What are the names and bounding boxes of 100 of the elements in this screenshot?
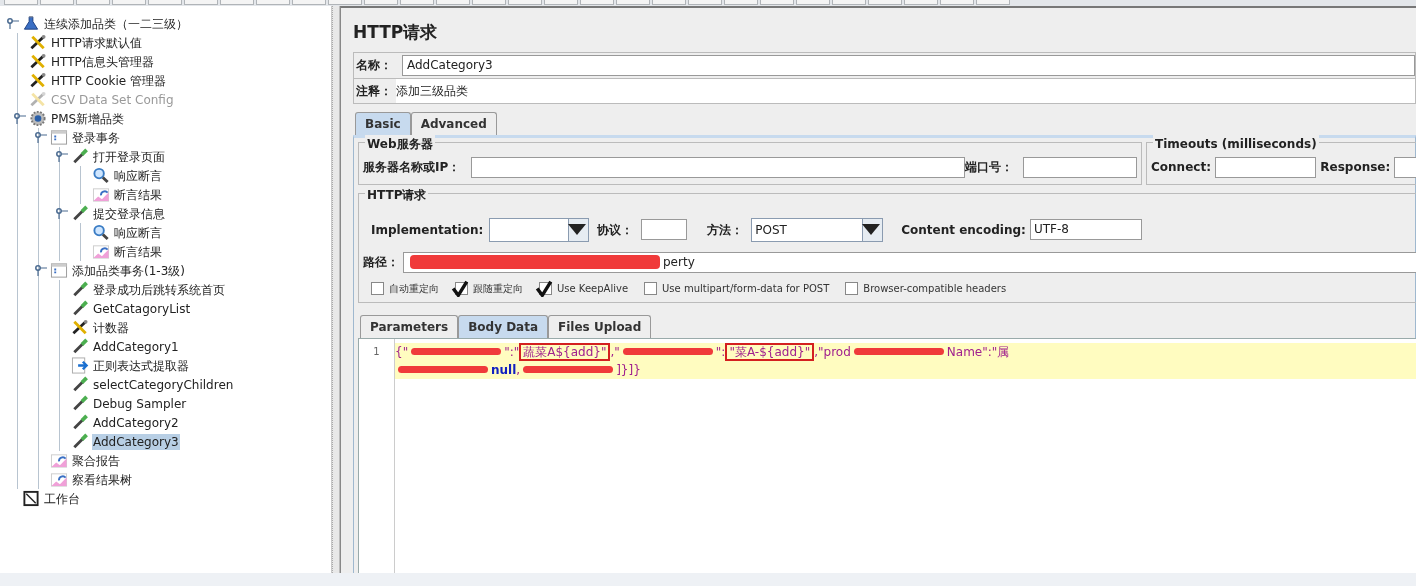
tab[interactable]: Basic [355, 111, 411, 135]
name-field[interactable]: AddCategory3 [402, 54, 1415, 76]
tree-item[interactable]: AddCategory1 [92, 338, 180, 355]
checkbox[interactable] [371, 281, 384, 295]
method-dropdown[interactable]: POST [751, 217, 884, 242]
server-field[interactable] [471, 156, 965, 178]
checkbox-label: 自动重定向 [389, 281, 439, 296]
magnifier-icon [92, 224, 110, 241]
field-label: 服务器名称或IP： [363, 159, 462, 176]
code-text: ": [715, 343, 726, 361]
expand-toggle-icon[interactable] [56, 150, 68, 163]
checkbox[interactable] [845, 281, 859, 295]
tree-item[interactable]: 连续添加品类（一二三级） [43, 15, 189, 32]
code-text: {" [395, 343, 409, 361]
field-value: perty [663, 253, 695, 271]
chart-icon [50, 452, 68, 469]
expand-toggle-icon[interactable] [56, 207, 68, 220]
field-label: 路径： [363, 254, 400, 271]
path-field[interactable]: perty [403, 251, 1416, 273]
expand-toggle-icon[interactable] [35, 264, 47, 277]
pipette-icon [71, 338, 89, 355]
pipette-icon [71, 414, 89, 431]
group-title: HTTP请求 [365, 185, 429, 204]
flask-icon [22, 15, 40, 32]
tab[interactable]: Advanced [410, 111, 497, 135]
expand-toggle-icon[interactable] [7, 17, 19, 30]
check-icon [535, 279, 553, 297]
chart-icon [50, 471, 68, 488]
tree-item[interactable]: GetCatagoryList [92, 300, 192, 317]
field-label: 名称： [356, 57, 393, 74]
field-label: Implementation: [371, 221, 484, 239]
code-text: ," [610, 343, 620, 361]
tree-item[interactable]: 添加品类事务(1-3级) [71, 262, 186, 279]
tab[interactable]: Files Upload [548, 314, 652, 338]
tree-item[interactable]: PMS新增品类 [50, 110, 126, 127]
tree-item[interactable]: AddCategory3 [92, 433, 180, 450]
wrench-icon [29, 34, 47, 51]
tree-item[interactable]: 登录事务 [71, 129, 121, 146]
tree-item[interactable]: 察看结果树 [71, 471, 133, 488]
connect-field[interactable] [1214, 156, 1317, 178]
wrench-icon [29, 91, 47, 108]
pipette-icon [71, 376, 89, 393]
tree-item[interactable]: 计数器 [92, 319, 130, 336]
tab[interactable]: Body Data [458, 314, 549, 338]
expand-toggle-icon[interactable] [14, 112, 26, 125]
implementation-dropdown[interactable] [489, 217, 590, 242]
code-text: Name":"属 [946, 343, 1010, 361]
group-title: Timeouts (milliseconds) [1153, 134, 1319, 153]
tree-item[interactable]: HTTP请求默认值 [50, 34, 143, 51]
chart-icon [92, 243, 110, 260]
panel-title: HTTP请求 [353, 21, 439, 44]
field-label: Connect: [1151, 159, 1211, 176]
check-icon [451, 279, 469, 297]
pipette-icon [71, 433, 89, 450]
pipette-icon [71, 148, 89, 165]
list-icon [50, 129, 68, 146]
checkbox-label: 跟随重定向 [473, 281, 523, 296]
code-text: ]}]} [616, 361, 641, 379]
port-field[interactable] [1023, 156, 1137, 178]
tree-item[interactable]: 登录成功后跳转系统首页 [92, 281, 226, 298]
field-label: Content encoding: [901, 221, 1026, 239]
tree-item[interactable]: 响应断言 [113, 224, 163, 241]
wrench-icon [71, 319, 89, 336]
tree-item[interactable]: HTTP Cookie 管理器 [50, 72, 168, 89]
encoding-field[interactable]: UTF-8 [1029, 219, 1142, 240]
checkbox-label: Use KeepAlive [557, 281, 629, 296]
tree-item[interactable]: 工作台 [43, 490, 81, 507]
protocol-field[interactable] [641, 219, 688, 240]
tree-item[interactable]: 聚合报告 [71, 452, 121, 469]
tree-item[interactable]: HTTP信息头管理器 [50, 53, 155, 70]
code-text: ":" [504, 343, 520, 361]
tree-item[interactable]: 响应断言 [113, 167, 163, 184]
pipette-icon [71, 395, 89, 412]
gear-icon [29, 110, 47, 127]
checkbox[interactable] [644, 281, 658, 295]
list-icon [50, 262, 68, 279]
tree-item[interactable]: 正则表达式提取器 [92, 357, 190, 374]
board-icon [22, 490, 40, 507]
pipette-icon [71, 205, 89, 222]
field-label: Response: [1320, 159, 1391, 176]
tree-item[interactable]: 打开登录页面 [92, 148, 166, 165]
pipette-icon [71, 281, 89, 298]
tree-item[interactable]: 断言结果 [113, 243, 163, 260]
tree-item[interactable]: 提交登录信息 [92, 205, 166, 222]
tab[interactable]: Parameters [360, 314, 459, 338]
field-label: 端口号： [965, 159, 1014, 176]
chart-icon [92, 186, 110, 203]
line-number: 1 [373, 345, 380, 357]
highlighted-text: 蔬菜A${add}" [519, 342, 611, 361]
tree-item[interactable]: Debug Sampler [92, 395, 188, 412]
magnifier-icon [92, 167, 110, 184]
field-label: 协议： [597, 221, 635, 239]
expand-toggle-icon[interactable] [35, 131, 47, 144]
tree-item[interactable]: selectCategoryChildren [92, 376, 235, 393]
tree-item[interactable]: 断言结果 [113, 186, 163, 203]
checkbox-label: Browser-compatible headers [863, 281, 1007, 296]
tree-item[interactable]: AddCategory2 [92, 414, 180, 431]
pipette-icon [71, 300, 89, 317]
highlighted-text: "菜A-${add}" [725, 342, 815, 361]
checkbox-label: Use multipart/form-data for POST [662, 281, 830, 296]
